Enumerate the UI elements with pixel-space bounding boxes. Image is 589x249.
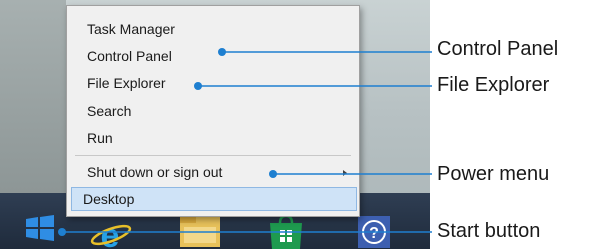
store-icon[interactable] bbox=[258, 213, 314, 249]
menu-item-run[interactable]: Run bbox=[87, 129, 113, 147]
help-icon[interactable]: ? bbox=[352, 213, 398, 249]
callout-label-control-panel: Control Panel bbox=[437, 38, 559, 60]
callout-label-start-button: Start button bbox=[437, 220, 541, 242]
submenu-arrow-icon bbox=[343, 170, 347, 176]
menu-item-control-panel[interactable]: Control Panel bbox=[87, 47, 172, 65]
menu-item-file-explorer[interactable]: File Explorer bbox=[87, 74, 166, 92]
screenshot: e ? Task Manager Control Panel File Expl… bbox=[0, 0, 430, 249]
callout-label-file-explorer: File Explorer bbox=[437, 74, 550, 96]
menu-item-desktop[interactable]: Desktop bbox=[83, 190, 134, 208]
callout-label-power-menu: Power menu bbox=[437, 163, 550, 185]
desktop-background bbox=[0, 0, 66, 193]
windows-logo-icon[interactable] bbox=[18, 210, 62, 246]
svg-text:?: ? bbox=[369, 225, 379, 242]
menu-item-search[interactable]: Search bbox=[87, 102, 131, 120]
start-context-menu: Task Manager Control Panel File Explorer… bbox=[66, 5, 360, 217]
file-explorer-icon[interactable] bbox=[172, 213, 228, 249]
menu-separator bbox=[75, 155, 351, 156]
menu-item-shut-down-or-sign-out[interactable]: Shut down or sign out bbox=[87, 163, 222, 181]
internet-explorer-icon[interactable]: e bbox=[84, 213, 140, 249]
menu-item-task-manager[interactable]: Task Manager bbox=[87, 20, 175, 38]
